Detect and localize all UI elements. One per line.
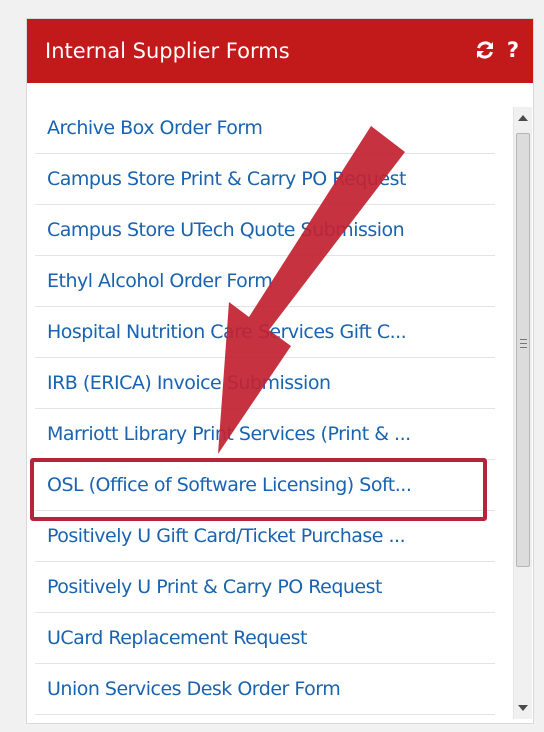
form-link-label[interactable]: OSL (Office of Software Licensing) Soft.… xyxy=(47,473,412,497)
form-link-item[interactable]: IRB (ERICA) Invoice Submission xyxy=(35,358,495,409)
scrollbar-thumb[interactable] xyxy=(516,133,530,567)
form-link-label[interactable]: Positively U Print & Carry PO Request xyxy=(47,575,382,599)
form-link-label[interactable]: Positively U Gift Card/Ticket Purchase .… xyxy=(47,524,406,548)
refresh-icon[interactable] xyxy=(473,36,497,64)
form-link-label[interactable]: Campus Store Print & Carry PO Request xyxy=(47,167,406,191)
form-link-label[interactable]: Hospital Nutrition Care Services Gift C.… xyxy=(47,320,407,344)
form-link-item[interactable]: Ethyl Alcohol Order Form xyxy=(35,256,495,307)
form-link-label[interactable]: Campus Store UTech Quote Submission xyxy=(47,218,405,242)
scrollbar[interactable] xyxy=(513,107,532,719)
form-link-label[interactable]: IRB (ERICA) Invoice Submission xyxy=(47,371,331,395)
form-link-item[interactable]: UCard Replacement Request xyxy=(35,613,495,664)
form-link-label[interactable]: Ethyl Alcohol Order Form xyxy=(47,269,273,293)
scroll-up-arrow-icon[interactable] xyxy=(514,107,532,129)
help-label: ? xyxy=(506,38,520,62)
form-link-item-highlighted[interactable]: OSL (Office of Software Licensing) Soft.… xyxy=(35,460,495,511)
form-link-item[interactable]: Positively U Print & Carry PO Request xyxy=(35,562,495,613)
scroll-down-arrow-icon[interactable] xyxy=(514,697,532,719)
form-link-item[interactable]: Hospital Nutrition Care Services Gift C.… xyxy=(35,307,495,358)
form-link-item[interactable]: Campus Store UTech Quote Submission xyxy=(35,205,495,256)
form-link-item[interactable]: Marriott Library Print Services (Print &… xyxy=(35,409,495,460)
form-link-label[interactable]: UCard Replacement Request xyxy=(47,626,307,650)
form-link-item[interactable]: Archive Box Order Form xyxy=(35,103,495,154)
form-link-item[interactable]: Campus Store Print & Carry PO Request xyxy=(35,154,495,205)
panel-header: Internal Supplier Forms ? xyxy=(27,19,533,83)
scrollbar-grip-line xyxy=(520,339,527,340)
form-link-label[interactable]: Archive Box Order Form xyxy=(47,116,263,140)
forms-list: Archive Box Order Form Campus Store Prin… xyxy=(35,103,495,719)
internal-supplier-forms-panel: Internal Supplier Forms ? Archive Box Or… xyxy=(26,18,534,724)
help-icon[interactable]: ? xyxy=(501,36,525,64)
form-link-item[interactable]: Union Services Desk Order Form xyxy=(35,664,495,715)
form-link-label[interactable]: Union Services Desk Order Form xyxy=(47,677,341,701)
form-link-item[interactable]: Positively U Gift Card/Ticket Purchase .… xyxy=(35,511,495,562)
scrollbar-grip-line xyxy=(520,347,527,348)
form-link-label[interactable]: Marriott Library Print Services (Print &… xyxy=(47,422,411,446)
panel-title: Internal Supplier Forms xyxy=(45,39,290,63)
scrollbar-grip-line xyxy=(520,343,527,344)
